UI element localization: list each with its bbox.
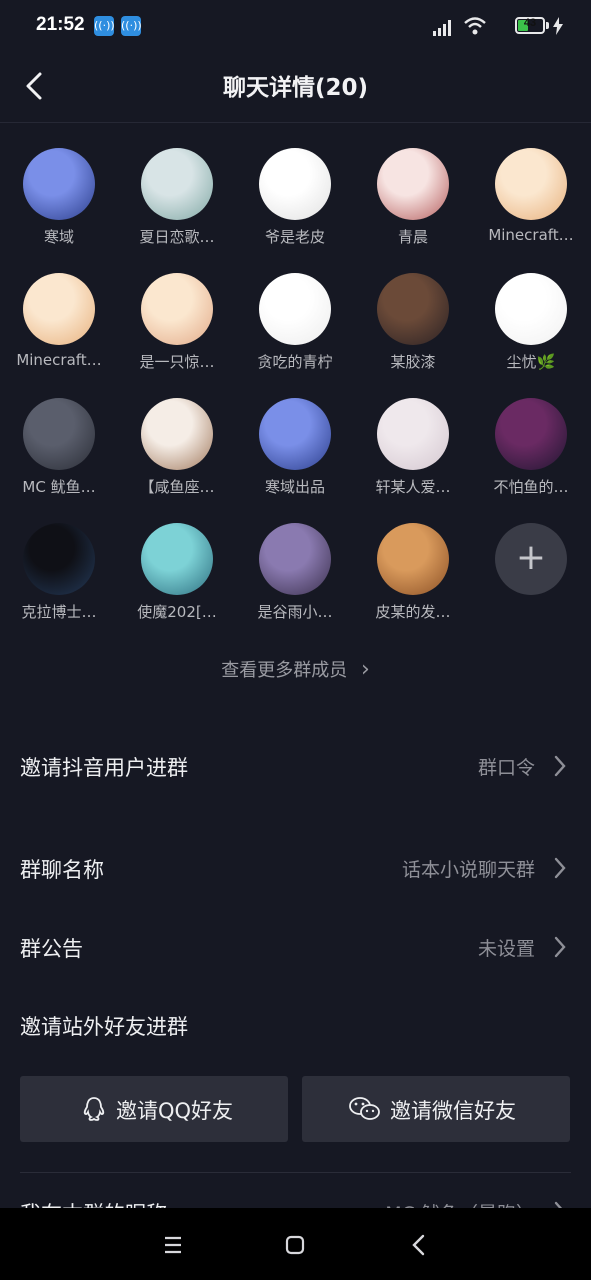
avatar <box>141 148 213 220</box>
chevron-right-icon <box>554 936 566 958</box>
wechat-icon <box>349 1097 380 1120</box>
member-name: 是谷雨小… <box>257 603 333 621</box>
announcement-label: 群公告 <box>20 937 83 961</box>
member-item[interactable]: 使魔202[… <box>118 523 236 622</box>
member-item[interactable]: 是谷雨小… <box>236 523 354 622</box>
member-name: 青晨 <box>397 228 428 246</box>
invite-douyin-label: 邀请抖音用户进群 <box>20 756 188 780</box>
member-item[interactable]: MC 鱿鱼… <box>0 398 118 497</box>
member-name: 寒域 <box>43 228 74 246</box>
status-time: 21:52 <box>36 14 85 35</box>
member-item[interactable]: Minecraft… <box>0 273 118 369</box>
plus-icon: + <box>495 523 567 595</box>
member-name: 尘忧🌿 <box>506 353 556 371</box>
member-name: 爷是老皮 <box>264 228 325 246</box>
chevron-right-icon: › <box>360 657 370 682</box>
member-name: 克拉博士… <box>21 603 97 621</box>
nav-header: 聊天详情(20) <box>0 56 591 123</box>
battery-icon: 43 <box>515 17 545 34</box>
member-name: Minecraft… <box>488 226 574 244</box>
group-password-value: 群口令 <box>477 757 535 779</box>
battery-level: 43 <box>523 17 537 29</box>
member-item[interactable]: 尘忧🌿 <box>472 273 590 372</box>
view-more-members-link[interactable]: 查看更多群成员 › <box>0 656 591 682</box>
invite-external-row: 邀请站外好友进群 <box>20 999 571 1053</box>
avatar <box>141 523 213 595</box>
group-name-row[interactable]: 群聊名称 话本小说聊天群 <box>20 842 571 896</box>
signal-icon <box>433 20 451 36</box>
member-name: 【咸鱼座… <box>139 478 215 496</box>
chevron-right-icon <box>554 857 566 879</box>
invite-qq-button[interactable]: 邀请QQ好友 <box>20 1076 288 1142</box>
invite-qq-label: 邀请QQ好友 <box>116 1099 234 1123</box>
avatar <box>141 398 213 470</box>
back-nav-icon[interactable] <box>404 1230 434 1260</box>
home-icon[interactable] <box>280 1230 310 1260</box>
wifi-icon <box>464 17 486 35</box>
member-item[interactable]: 爷是老皮 <box>236 148 354 247</box>
announcement-row[interactable]: 群公告 未设置 <box>20 921 571 975</box>
avatar <box>259 273 331 345</box>
avatar <box>377 523 449 595</box>
avatar <box>377 398 449 470</box>
avatar <box>495 273 567 345</box>
invite-douyin-row[interactable]: 邀请抖音用户进群 群口令 <box>20 740 571 794</box>
notification-icon: ((·)) <box>121 16 142 36</box>
member-item[interactable]: 克拉博士… <box>0 523 118 622</box>
member-name: Minecraft… <box>16 351 102 369</box>
member-item[interactable]: 是一只惊… <box>118 273 236 372</box>
member-item[interactable]: 寒域 <box>0 148 118 247</box>
invite-external-label: 邀请站外好友进群 <box>20 1015 188 1039</box>
notification-icon: ((·)) <box>94 16 115 36</box>
view-more-label: 查看更多群成员 <box>221 660 348 681</box>
member-item[interactable]: 贪吃的青柠 <box>236 273 354 372</box>
avatar <box>259 523 331 595</box>
avatar <box>23 398 95 470</box>
avatar <box>23 523 95 595</box>
member-name: 使魔202[… <box>137 603 217 621</box>
avatar <box>259 148 331 220</box>
group-name-label: 群聊名称 <box>20 858 104 882</box>
group-name-value: 话本小说聊天群 <box>401 859 535 881</box>
member-item[interactable]: 青晨 <box>354 148 472 247</box>
system-nav-bar <box>0 1208 591 1280</box>
page-title: 聊天详情(20) <box>222 75 369 101</box>
member-item[interactable]: 不怕鱼的… <box>472 398 590 497</box>
member-name: 贪吃的青柠 <box>257 353 333 371</box>
member-name: MC 鱿鱼… <box>22 478 96 496</box>
avatar <box>23 273 95 345</box>
invite-wechat-label: 邀请微信好友 <box>390 1099 516 1123</box>
status-bar: 21:52 ((·)) ((·)) 43 <box>0 0 591 56</box>
member-name: 轩某人爱… <box>375 478 451 496</box>
avatar <box>259 398 331 470</box>
chevron-right-icon <box>554 755 566 777</box>
qq-icon <box>83 1097 105 1121</box>
charging-icon <box>553 17 563 35</box>
member-item[interactable]: 轩某人爱… <box>354 398 472 497</box>
avatar <box>495 398 567 470</box>
add-member-button[interactable]: + <box>472 523 590 595</box>
avatar <box>141 273 213 345</box>
member-name: 皮某的发… <box>375 603 451 621</box>
announcement-value: 未设置 <box>477 938 535 960</box>
avatar <box>23 148 95 220</box>
menu-icon[interactable] <box>158 1230 188 1260</box>
member-name: 某胶漆 <box>390 353 436 371</box>
invite-wechat-button[interactable]: 邀请微信好友 <box>302 1076 570 1142</box>
member-item[interactable]: Minecraft… <box>472 148 590 244</box>
member-item[interactable]: 皮某的发… <box>354 523 472 622</box>
divider <box>20 1172 571 1173</box>
member-name: 不怕鱼的… <box>493 478 569 496</box>
member-name: 寒域出品 <box>264 478 325 496</box>
member-item[interactable]: 寒域出品 <box>236 398 354 497</box>
member-item[interactable]: 某胶漆 <box>354 273 472 372</box>
avatar <box>495 148 567 220</box>
member-item[interactable]: 【咸鱼座… <box>118 398 236 497</box>
member-item[interactable]: 夏日恋歌… <box>118 148 236 247</box>
member-name: 是一只惊… <box>139 353 215 371</box>
avatar <box>377 148 449 220</box>
member-name: 夏日恋歌… <box>139 228 215 246</box>
avatar <box>377 273 449 345</box>
